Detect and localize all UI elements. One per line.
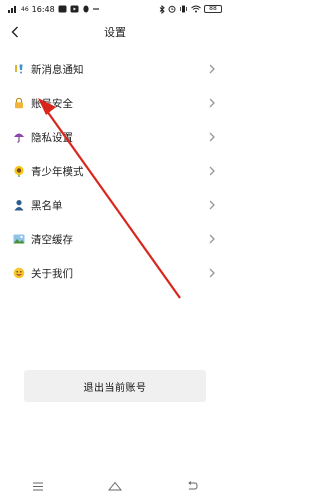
settings-menu: 新消息通知 账号安全 隐私设置 青少年模式 黑名单 清空缓存 关于我们 [0,52,230,290]
lock-icon [12,96,26,110]
message-icon [58,5,67,13]
person-icon [12,198,26,212]
image-icon [12,232,26,246]
chevron-left-icon [11,23,19,42]
chevron-right-icon [208,98,216,108]
more-icon [92,7,99,11]
bluetooth-icon [159,4,165,14]
chevron-right-icon [208,268,216,278]
menu-item-clear-cache[interactable]: 清空缓存 [0,222,230,256]
chevron-right-icon [208,166,216,176]
menu-item-label: 关于我们 [31,267,73,280]
menu-item-label: 隐私设置 [31,131,73,144]
menu-item-label: 黑名单 [31,199,63,212]
smile-icon [12,266,26,280]
return-icon [186,476,198,495]
header: 设置 [0,18,230,46]
sunflower-icon [12,164,26,178]
status-bar: 46 16:48 88 [0,0,230,18]
menu-item-account-security[interactable]: 账号安全 [0,86,230,120]
signal-icon [8,5,18,13]
menu-item-notifications[interactable]: 新消息通知 [0,52,230,86]
menu-item-label: 新消息通知 [31,63,84,76]
qq-icon [82,5,90,13]
home-icon [107,476,123,495]
chevron-right-icon [208,64,216,74]
chevron-right-icon [208,132,216,142]
hamburger-icon [32,476,44,495]
bell-icon [12,62,26,76]
logout-button[interactable]: 退出当前账号 [24,370,206,402]
menu-item-privacy[interactable]: 隐私设置 [0,120,230,154]
menu-item-teen-mode[interactable]: 青少年模式 [0,154,230,188]
menu-item-about-us[interactable]: 关于我们 [0,256,230,290]
chevron-right-icon [208,200,216,210]
signal-label: 46 [21,5,29,13]
menu-item-blacklist[interactable]: 黑名单 [0,188,230,222]
clock: 16:48 [31,4,55,14]
page-title: 设置 [104,26,126,39]
menu-item-label: 清空缓存 [31,233,73,246]
menu-item-label: 账号安全 [31,97,73,110]
system-nav-bar [0,472,230,498]
battery-indicator: 88 [204,5,222,13]
chevron-right-icon [208,234,216,244]
video-icon [70,5,79,13]
umbrella-icon [12,130,26,144]
menu-item-label: 青少年模式 [31,165,84,178]
back-button[interactable] [6,22,24,42]
home-nav-button[interactable] [100,475,130,495]
back-nav-button[interactable] [177,475,207,495]
menu-nav-button[interactable] [23,475,53,495]
alarm-icon [168,5,176,13]
wifi-icon [191,5,201,13]
vibrate-icon [179,5,188,13]
